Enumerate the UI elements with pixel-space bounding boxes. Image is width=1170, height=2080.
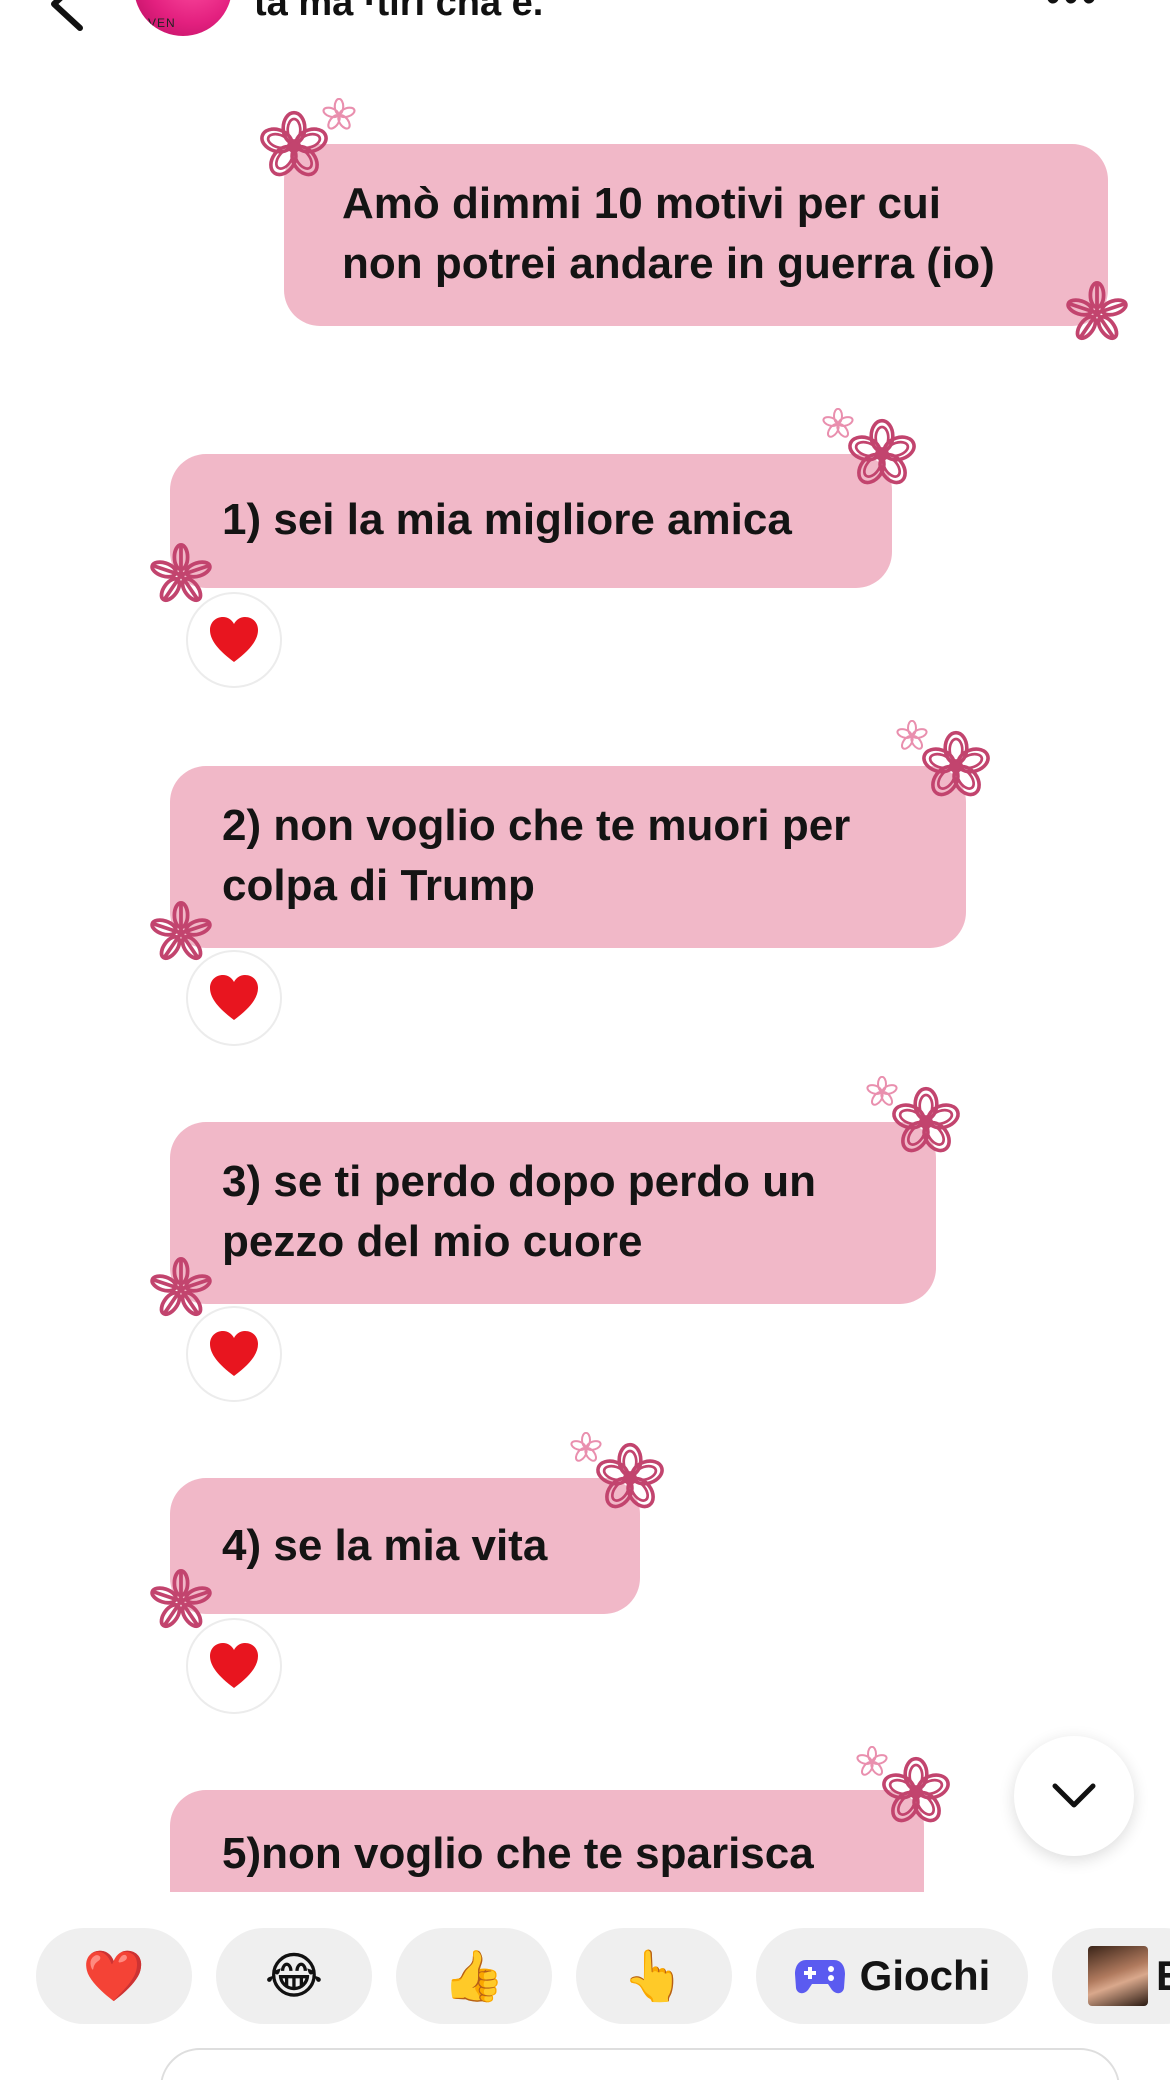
heart-icon bbox=[210, 1643, 258, 1688]
quick-reply-heart[interactable]: ❤️ bbox=[36, 1928, 192, 2024]
flower-spiky-icon bbox=[1064, 280, 1130, 346]
gamepad-icon bbox=[794, 1960, 845, 1994]
games-label: Giochi bbox=[859, 1952, 991, 1999]
message-bubble-received[interactable]: 3) se ti perdo dopo perdo un pezzo del m… bbox=[170, 1122, 936, 1304]
flower-small-icon bbox=[322, 98, 356, 132]
avatar-chip[interactable]: E bbox=[1052, 1928, 1170, 2024]
reaction-badge[interactable] bbox=[186, 1618, 282, 1714]
message-line: 3) se ti perdo dopo perdo un bbox=[222, 1157, 816, 1206]
flower-small-icon bbox=[866, 1076, 898, 1108]
flower-icon bbox=[920, 730, 992, 802]
heart-icon bbox=[210, 975, 258, 1020]
message-bubble-received[interactable]: 1) sei la mia migliore amica bbox=[170, 454, 892, 588]
message-line: 2) non voglio che te muori per bbox=[222, 801, 851, 850]
flower-small-icon bbox=[570, 1432, 602, 1464]
flower-spiky-icon bbox=[148, 900, 214, 966]
chat-header: VEN ta ma ·tırı cha e. ••• bbox=[0, 0, 1170, 50]
flower-small-icon bbox=[822, 408, 854, 440]
avatar[interactable]: VEN bbox=[134, 0, 232, 36]
message-line: pezzo del mio cuore bbox=[222, 1217, 643, 1266]
flower-spiky-icon bbox=[148, 1568, 214, 1634]
flower-icon bbox=[890, 1086, 962, 1158]
chevron-down-icon bbox=[1052, 1783, 1096, 1808]
message-input[interactable] bbox=[160, 2048, 1120, 2080]
avatar-chip-label: E bbox=[1156, 1952, 1170, 2000]
games-button[interactable]: Giochi bbox=[756, 1928, 1028, 2024]
flower-small-icon bbox=[856, 1746, 888, 1778]
reaction-badge[interactable] bbox=[186, 1306, 282, 1402]
avatar-text: VEN bbox=[148, 16, 176, 30]
quick-reply-thumbs-up[interactable]: 👍 bbox=[396, 1928, 552, 2024]
heart-icon bbox=[210, 1331, 258, 1376]
laughing-face-icon: 😂 bbox=[264, 1948, 324, 2004]
quick-reply-laugh[interactable]: 😂 bbox=[216, 1928, 372, 2024]
flower-spiky-icon bbox=[148, 542, 214, 608]
more-options-button[interactable]: ••• bbox=[1046, 0, 1100, 21]
heart-icon: ❤️ bbox=[82, 1947, 146, 2004]
heart-icon bbox=[210, 617, 258, 662]
chevron-left-icon[interactable] bbox=[40, 0, 100, 34]
flower-icon bbox=[258, 110, 330, 182]
reaction-badge[interactable] bbox=[186, 950, 282, 1046]
scroll-to-bottom-button[interactable] bbox=[1014, 1736, 1134, 1856]
quick-reply-point-up[interactable]: 👆 bbox=[576, 1928, 732, 2024]
thumbs-up-icon: 👍 bbox=[442, 1947, 506, 2004]
message-line: colpa di Trump bbox=[222, 861, 535, 910]
flower-small-icon bbox=[896, 720, 928, 752]
flower-spiky-icon bbox=[148, 1256, 214, 1322]
flower-icon bbox=[594, 1442, 666, 1514]
flower-icon bbox=[846, 418, 918, 490]
message-line: non potrei andare in guerra (io) bbox=[342, 239, 995, 288]
avatar-thumbnail-icon bbox=[1088, 1946, 1148, 2006]
pointing-up-icon: 👆 bbox=[622, 1947, 686, 2004]
message-line: Amò dimmi 10 motivi per cui bbox=[342, 179, 942, 228]
message-bubble-received[interactable]: 4) se la mia vita bbox=[170, 1478, 640, 1614]
message-line: 5)non voglio che te sparisca bbox=[222, 1829, 814, 1878]
message-bubble-sent[interactable]: Amò dimmi 10 motivi per cui non potrei a… bbox=[284, 144, 1108, 326]
contact-name[interactable]: ta ma ·tırı cha e. bbox=[254, 0, 543, 25]
message-bubble-received[interactable]: 2) non voglio che te muori per colpa di … bbox=[170, 766, 966, 948]
message-line: 1) sei la mia migliore amica bbox=[222, 495, 792, 544]
reaction-badge[interactable] bbox=[186, 592, 282, 688]
message-line: 4) se la mia vita bbox=[222, 1521, 548, 1570]
flower-icon bbox=[880, 1756, 952, 1828]
